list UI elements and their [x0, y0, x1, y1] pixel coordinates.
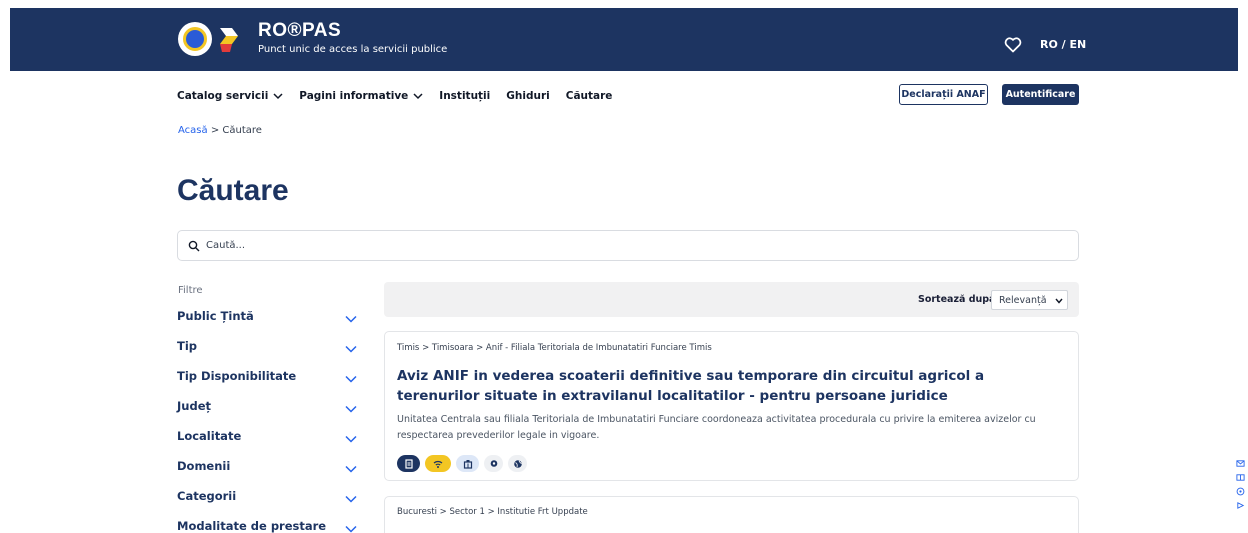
filter-label: Domenii	[177, 459, 231, 473]
coat-of-arms-icon[interactable]	[178, 22, 212, 56]
nav-catalog-servicii[interactable]: Catalog servicii	[177, 90, 283, 102]
chevron-down-icon	[345, 495, 357, 503]
document-icon	[404, 458, 413, 469]
filters-label: Filtre	[178, 285, 203, 296]
location-pin-icon	[490, 459, 497, 467]
language-switcher[interactable]: RO / EN	[1040, 38, 1086, 51]
building-icon	[463, 459, 472, 469]
result-breadcrumb: Bucuresti > Sector 1 > Institutie Frt Up…	[397, 507, 588, 517]
breadcrumb-current: Căutare	[222, 125, 262, 136]
search-icon	[188, 240, 200, 252]
filter-label: Județ	[177, 399, 211, 413]
chevron-down-icon	[345, 525, 357, 533]
filter-toggle[interactable]: Categorii	[177, 489, 359, 509]
filter-label: Localitate	[177, 429, 242, 443]
ropas-logo-icon	[220, 28, 238, 52]
result-title[interactable]: Aviz ANIF in vederea scoaterii definitiv…	[397, 366, 1067, 406]
service-tag[interactable]	[484, 455, 503, 472]
top-header: RO®PAS Punct unic de acces la servicii p…	[10, 8, 1238, 71]
search-input[interactable]	[206, 231, 1066, 260]
result-tags	[397, 455, 527, 472]
sort-selected-value: Relevanță	[999, 295, 1047, 306]
service-tag[interactable]	[397, 455, 420, 472]
wifi-icon	[433, 460, 443, 468]
filter-toggle[interactable]: Public Țintă	[177, 309, 359, 329]
sort-select[interactable]: Relevanță	[991, 290, 1068, 310]
chevron-down-icon	[345, 345, 357, 353]
filter-label: Modalitate de prestare	[177, 519, 327, 533]
nav-cautare[interactable]: Căutare	[566, 90, 613, 102]
globe-icon	[513, 459, 522, 468]
help-icon[interactable]	[1236, 487, 1245, 496]
mail-icon[interactable]	[1235, 459, 1245, 468]
play-icon[interactable]	[1236, 501, 1245, 510]
side-feedback-widget	[1232, 457, 1248, 533]
result-description: Unitatea Centrala sau filiala Teritorial…	[397, 414, 1036, 441]
chevron-down-icon	[345, 315, 357, 323]
chevron-down-icon	[273, 93, 283, 100]
nav-pagini-informative[interactable]: Pagini informative	[299, 90, 423, 102]
chevron-down-icon	[1055, 298, 1063, 304]
service-tag[interactable]	[456, 455, 479, 472]
filter-toggle[interactable]: Localitate	[177, 429, 359, 449]
filter-label: Categorii	[177, 489, 237, 503]
result-breadcrumb: Timis > Timisoara > Anif - Filiala Terit…	[397, 343, 712, 353]
filter-toggle[interactable]: Domenii	[177, 459, 359, 479]
chevron-down-icon	[345, 465, 357, 473]
filter-label: Public Țintă	[177, 309, 254, 323]
service-tag[interactable]	[425, 455, 451, 472]
chevron-down-icon	[345, 435, 357, 443]
sort-bar: Sortează după: Relevanță	[384, 282, 1079, 317]
filter-label: Tip	[177, 339, 198, 353]
chevron-down-icon	[413, 93, 423, 100]
brand-name[interactable]: RO®PAS	[258, 20, 341, 42]
nav-institutii[interactable]: Instituții	[439, 90, 490, 102]
book-icon[interactable]	[1235, 473, 1245, 482]
login-button[interactable]: Autentificare	[1002, 84, 1079, 105]
brand-tagline: Punct unic de acces la servicii publice	[258, 44, 448, 55]
breadcrumb-home-link[interactable]: Acasă	[178, 125, 208, 136]
nav-item-label: Catalog servicii	[177, 90, 269, 102]
filter-label: Tip Disponibilitate	[177, 369, 297, 383]
search-box[interactable]	[177, 230, 1079, 261]
service-tag[interactable]	[508, 455, 527, 472]
result-card[interactable]: Bucuresti > Sector 1 > Institutie Frt Up…	[384, 496, 1079, 533]
sort-label: Sortează după:	[918, 294, 1000, 305]
heart-icon[interactable]	[1004, 37, 1022, 53]
main-nav: Catalog servicii Pagini informative Inst…	[177, 88, 628, 104]
chevron-down-icon	[345, 375, 357, 383]
result-card[interactable]: Timis > Timisoara > Anif - Filiala Terit…	[384, 331, 1079, 481]
nav-item-label: Pagini informative	[299, 90, 409, 102]
filter-toggle[interactable]: Tip Disponibilitate	[177, 369, 359, 389]
filter-toggle[interactable]: Modalitate de prestare	[177, 519, 359, 533]
breadcrumb-separator: >	[210, 125, 220, 136]
breadcrumb: Acasă > Căutare	[178, 125, 262, 136]
chevron-down-icon	[345, 405, 357, 413]
filter-toggle[interactable]: Județ	[177, 399, 359, 419]
nav-ghiduri[interactable]: Ghiduri	[506, 90, 549, 102]
filter-toggle[interactable]: Tip	[177, 339, 359, 359]
page-title: Căutare	[177, 174, 289, 207]
declaratii-anaf-button[interactable]: Declarații ANAF	[899, 84, 988, 105]
